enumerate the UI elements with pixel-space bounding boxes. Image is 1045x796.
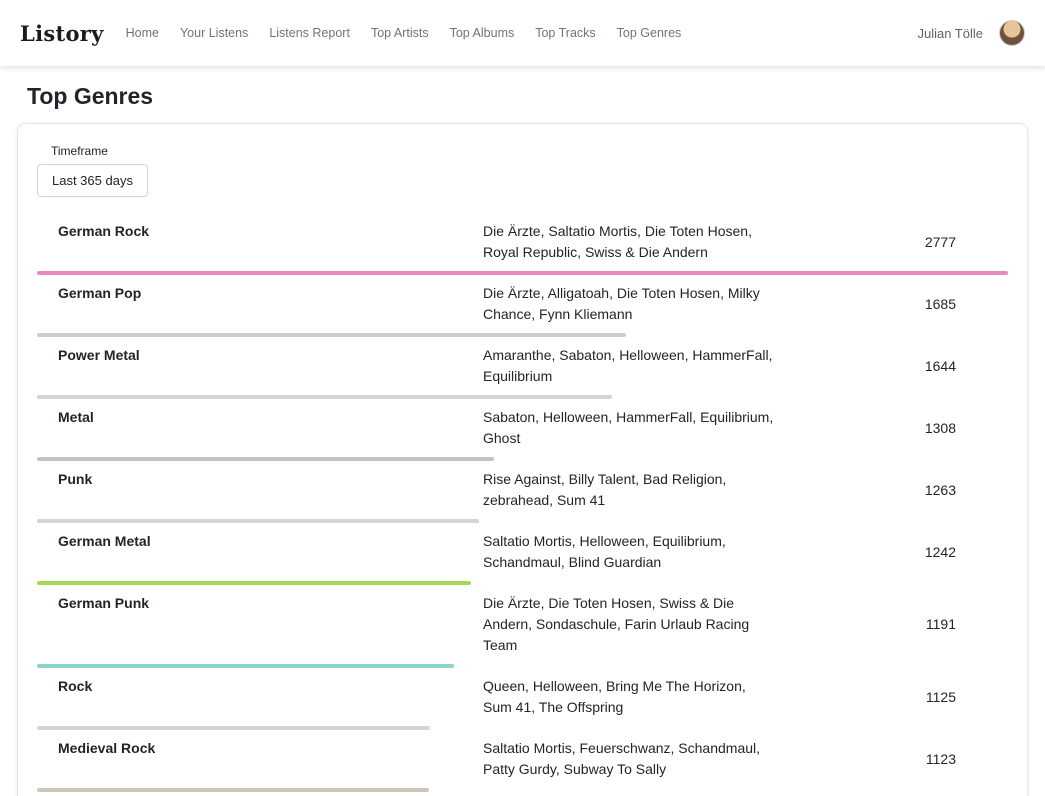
genre-count: 1123	[787, 749, 1008, 770]
genre-count: 1263	[787, 480, 1008, 501]
genre-name: Medieval Rock	[37, 738, 483, 759]
genre-row: German Rock Die Ärzte, Saltatio Mortis, …	[37, 213, 1008, 275]
genre-row: German Metal Saltatio Mortis, Helloween,…	[37, 523, 1008, 585]
main-nav: Home Your Listens Listens Report Top Artist…	[126, 26, 703, 40]
genre-name: Metal	[37, 407, 483, 428]
brand-logo[interactable]: Listory	[20, 21, 104, 46]
avatar[interactable]	[999, 20, 1025, 46]
timeframe-label: Timeframe	[51, 144, 1008, 158]
user-area: Julian Tölle	[917, 20, 1025, 46]
genre-count: 2777	[787, 232, 1008, 253]
nav-item-top-tracks[interactable]: Top Tracks	[535, 26, 595, 40]
page-title: Top Genres	[27, 83, 1028, 110]
genre-count: 1191	[787, 614, 1008, 635]
nav-item-top-albums[interactable]: Top Albums	[450, 26, 515, 40]
genres-card: Timeframe Last 365 days German Rock Die …	[17, 123, 1028, 796]
nav-item-top-artists[interactable]: Top Artists	[371, 26, 429, 40]
genre-row: Rock Queen, Helloween, Bring Me The Hori…	[37, 668, 1008, 730]
genre-count: 1125	[787, 687, 1008, 708]
genre-artists: Sabaton, Helloween, HammerFall, Equilibr…	[483, 407, 787, 449]
genre-row: German Punk Die Ärzte, Die Toten Hosen, …	[37, 585, 1008, 668]
genre-name: German Metal	[37, 531, 483, 552]
genre-artists: Die Ärzte, Alligatoah, Die Toten Hosen, …	[483, 283, 787, 325]
genre-name: German Pop	[37, 283, 483, 304]
genre-name: German Rock	[37, 221, 483, 242]
genre-row: Metal Sabaton, Helloween, HammerFall, Eq…	[37, 399, 1008, 461]
genre-artists: Die Ärzte, Die Toten Hosen, Swiss & Die …	[483, 593, 787, 656]
genre-count: 1685	[787, 294, 1008, 315]
genre-name: German Punk	[37, 593, 483, 614]
nav-item-home[interactable]: Home	[126, 26, 159, 40]
genre-row: Punk Rise Against, Billy Talent, Bad Rel…	[37, 461, 1008, 523]
user-name: Julian Tölle	[917, 26, 983, 41]
genre-artists: Die Ärzte, Saltatio Mortis, Die Toten Ho…	[483, 221, 787, 263]
nav-item-listens-report[interactable]: Listens Report	[269, 26, 350, 40]
genre-row: Medieval Rock Saltatio Mortis, Feuerschw…	[37, 730, 1008, 792]
timeframe-filter: Timeframe Last 365 days	[37, 144, 1008, 197]
genre-name: Power Metal	[37, 345, 483, 366]
genres-table: German Rock Die Ärzte, Saltatio Mortis, …	[37, 213, 1008, 796]
genre-artists: Queen, Helloween, Bring Me The Horizon, …	[483, 676, 787, 718]
nav-item-top-genres[interactable]: Top Genres	[617, 26, 682, 40]
nav-item-your-listens[interactable]: Your Listens	[180, 26, 248, 40]
genre-artists: Saltatio Mortis, Feuerschwanz, Schandmau…	[483, 738, 787, 780]
genre-name: Punk	[37, 469, 483, 490]
timeframe-select[interactable]: Last 365 days	[37, 164, 148, 197]
genre-row: Power Metal Amaranthe, Sabaton, Hellowee…	[37, 337, 1008, 399]
navbar: Listory Home Your Listens Listens Report To…	[0, 0, 1045, 66]
genre-artists: Amaranthe, Sabaton, Helloween, HammerFal…	[483, 345, 787, 387]
genre-artists: Saltatio Mortis, Helloween, Equilibrium,…	[483, 531, 787, 573]
genre-count: 1644	[787, 356, 1008, 377]
main-content: Top Genres Timeframe Last 365 days Germa…	[0, 83, 1045, 796]
genre-row: Melodic Metal Unleash The Archers, Hello…	[37, 792, 1008, 796]
genre-count: 1242	[787, 542, 1008, 563]
genre-artists: Rise Against, Billy Talent, Bad Religion…	[483, 469, 787, 511]
genre-count: 1308	[787, 418, 1008, 439]
genre-name: Rock	[37, 676, 483, 697]
genre-row: German Pop Die Ärzte, Alligatoah, Die To…	[37, 275, 1008, 337]
